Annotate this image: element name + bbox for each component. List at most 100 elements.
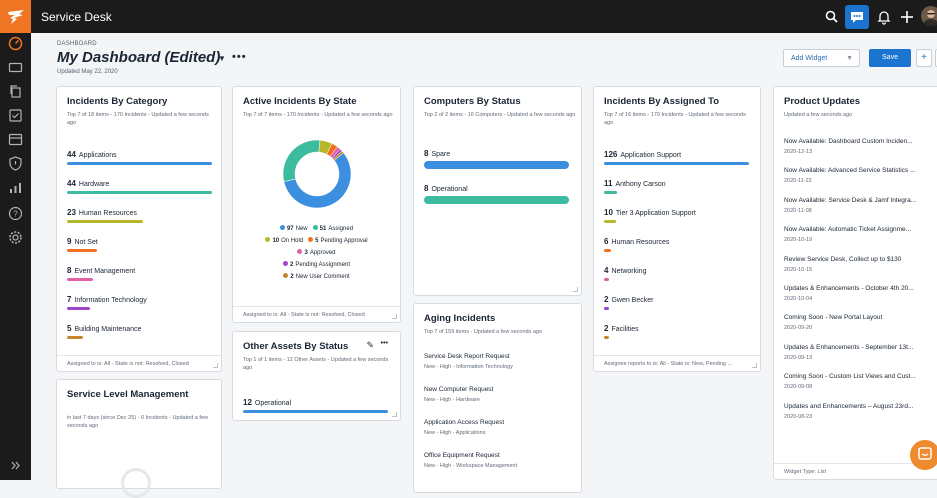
legend-swatch xyxy=(283,273,289,278)
incident-link[interactable]: Application Access Request xyxy=(424,419,504,426)
update-link[interactable]: Now Available: Automatic Ticket Assignme… xyxy=(784,226,931,233)
item-label: Hardware xyxy=(78,181,110,188)
item-label: Human Resources xyxy=(611,239,670,246)
dashboard-icon[interactable] xyxy=(7,35,24,52)
breadcrumb[interactable]: DASHBOARD xyxy=(57,41,97,47)
list-item[interactable]: 4 Networking xyxy=(604,266,646,275)
widget-title: Aging Incidents xyxy=(424,313,496,324)
plus-icon[interactable] xyxy=(898,8,916,26)
list-item[interactable]: 11 Anthony Carson xyxy=(604,179,666,188)
update-link[interactable]: Updates & Enhancements - September 13t..… xyxy=(784,344,931,351)
copy-icon[interactable] xyxy=(7,83,24,100)
legend-count: 3 xyxy=(304,250,308,256)
update-link[interactable]: Review Service Desk, Collect up to $130 xyxy=(784,256,931,263)
update-link[interactable]: Now Available: Service Desk & Jamf Integ… xyxy=(784,197,931,204)
update-date: 2020-09-13 xyxy=(784,354,813,361)
logo[interactable] xyxy=(0,0,31,33)
list-item[interactable]: 12 Operational xyxy=(243,398,291,407)
list-item[interactable]: 7 Information Technology xyxy=(67,295,147,304)
resize-handle[interactable] xyxy=(392,314,397,319)
legend-item[interactable]: 51 Assigned xyxy=(312,225,353,232)
edit-icon[interactable]: ✎ xyxy=(366,340,374,351)
legend-item[interactable]: 2 Pending Assignment xyxy=(282,261,350,268)
add-button[interactable]: + xyxy=(916,49,932,67)
update-date: 2020-10-15 xyxy=(784,266,813,273)
search-icon[interactable] xyxy=(823,8,841,26)
avatar[interactable] xyxy=(921,6,937,26)
tickets-icon[interactable] xyxy=(7,59,24,76)
page-more-button[interactable]: ••• xyxy=(232,51,247,63)
widget-subtitle: Top 1 of 1 items - 12 Other Assets - Upd… xyxy=(243,357,389,371)
resize-handle[interactable] xyxy=(392,412,397,417)
resize-handle[interactable] xyxy=(573,287,578,292)
list-item[interactable]: 23 Human Resources xyxy=(67,208,137,217)
donut-slice[interactable] xyxy=(282,139,321,182)
widget-subtitle: Top 7 of 16 items - 170 Incidents - Upda… xyxy=(604,112,746,126)
list-item[interactable]: 2 Gwen Becker xyxy=(604,295,653,304)
list-item[interactable]: 8 Spare xyxy=(424,149,450,158)
title-dropdown-icon[interactable]: ▼ xyxy=(218,54,226,63)
save-button[interactable]: Save xyxy=(869,49,911,67)
list-item[interactable]: 9 Not Set xyxy=(67,237,98,246)
item-label: Gwen Becker xyxy=(611,297,654,304)
shield-icon[interactable] xyxy=(7,155,24,172)
value-bar xyxy=(604,220,616,223)
list-item[interactable]: 44 Hardware xyxy=(67,179,109,188)
widget-more-button[interactable]: ••• xyxy=(381,340,388,347)
update-link[interactable]: Now Available: Dashboard Custom Inciden.… xyxy=(784,138,931,145)
chat-launcher-button[interactable] xyxy=(910,440,937,470)
help-icon[interactable]: ? xyxy=(7,205,24,222)
service-level-widget: Service Level Management in last 7 days … xyxy=(56,379,222,498)
update-date: 2020-09-20 xyxy=(784,325,813,332)
settings-icon[interactable] xyxy=(7,229,24,246)
item-count: 7 xyxy=(67,295,72,304)
list-item[interactable]: 126 Application Support xyxy=(604,150,681,159)
value-bar xyxy=(243,410,388,413)
list-item[interactable]: 5 Building Maintenance xyxy=(67,324,141,333)
expand-sidebar-icon[interactable] xyxy=(7,457,24,474)
legend-item[interactable]: 5 Pending Approval xyxy=(308,237,368,244)
list-item[interactable]: 6 Human Resources xyxy=(604,237,669,246)
widget-title: Incidents By Category xyxy=(67,96,168,107)
page-title: My Dashboard (Edited) xyxy=(57,49,221,66)
list-item[interactable]: 10 Tier 3 Application Support xyxy=(604,208,696,217)
update-link[interactable]: Coming Soon - Custom List Views and Cust… xyxy=(784,373,931,380)
resize-handle[interactable] xyxy=(213,363,218,368)
widget-subtitle: Top 7 of 18 items - 170 Incidents - Upda… xyxy=(67,112,209,126)
list-item[interactable]: 44 Applications xyxy=(67,150,117,159)
inbox-icon[interactable] xyxy=(7,131,24,148)
add-widget-button[interactable]: Add Widget ▼ xyxy=(783,49,860,67)
incident-link[interactable]: New Computer Request xyxy=(424,386,493,393)
list-item[interactable]: 8 Operational xyxy=(424,184,468,193)
bell-icon[interactable] xyxy=(875,8,893,26)
legend-row: 2 Pending Assignment xyxy=(233,261,400,268)
incidents-by-category-widget: Incidents By Category Top 7 of 18 items … xyxy=(56,86,222,372)
analytics-icon[interactable] xyxy=(7,179,24,196)
legend-label: New xyxy=(295,226,308,232)
value-bar xyxy=(67,162,212,165)
legend-label: New User Comment xyxy=(295,274,350,280)
list-item[interactable]: 8 Event Management xyxy=(67,266,135,275)
item-label: Networking xyxy=(611,268,647,275)
item-label: Anthony Carson xyxy=(615,181,666,188)
app-title: Service Desk xyxy=(41,10,112,24)
update-date: 2020-10-19 xyxy=(784,237,813,244)
legend-item[interactable]: 97 New xyxy=(279,225,308,232)
legend-item[interactable]: 3 Approved xyxy=(297,249,336,256)
update-link[interactable]: Now Available: Advanced Service Statisti… xyxy=(784,167,931,174)
checklist-icon[interactable] xyxy=(7,107,24,124)
legend-count: 10 xyxy=(272,238,280,244)
resize-handle[interactable] xyxy=(752,363,757,368)
logo-icon xyxy=(7,9,24,24)
item-label: Spare xyxy=(431,151,451,158)
update-link[interactable]: Updates and Enhancements – August 23rd..… xyxy=(784,403,931,410)
update-link[interactable]: Updates & Enhancements - October 4th 20.… xyxy=(784,285,931,292)
incident-link[interactable]: Office Equipment Request xyxy=(424,452,500,459)
legend-item[interactable]: 10 On Hold xyxy=(265,237,303,244)
donut-chart[interactable] xyxy=(281,138,353,210)
legend-item[interactable]: 2 New User Comment xyxy=(283,273,350,280)
list-item[interactable]: 2 Facilities xyxy=(604,324,639,333)
incident-link[interactable]: Service Desk Report Request xyxy=(424,353,510,360)
chat-icon[interactable] xyxy=(845,5,869,29)
update-link[interactable]: Coming Soon - New Portal Layout xyxy=(784,314,931,321)
